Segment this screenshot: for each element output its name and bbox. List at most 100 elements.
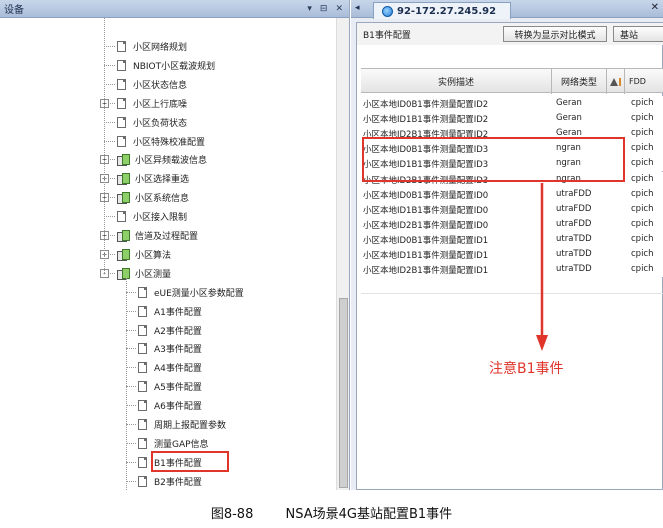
ngran-rows-highlight-box	[362, 137, 625, 182]
tree-connector	[126, 348, 136, 350]
cell-desc: 小区本地ID1B1事件测量配置ID0	[363, 205, 489, 216]
document-icon	[117, 59, 126, 71]
document-icon	[138, 419, 147, 430]
cell-network-type: utraFDD	[556, 188, 592, 199]
tree-item[interactable]: 小区状态信息	[117, 75, 187, 94]
grid-divider	[361, 293, 663, 294]
cell-fdd: cpich	[631, 264, 654, 275]
tree-connector	[104, 121, 115, 123]
tree-connector	[126, 480, 136, 482]
document-icon	[138, 305, 147, 317]
document-icon	[138, 362, 147, 374]
tree-item[interactable]: 小区接入限制	[117, 207, 187, 226]
tree-connector	[126, 461, 136, 463]
tree-connector	[126, 405, 136, 407]
tree-item-label: 测量GAP信息	[154, 439, 209, 450]
tree-item[interactable]: A5事件配置	[138, 377, 202, 396]
sort-icon[interactable]	[607, 69, 625, 94]
config-title: B1事件配置	[363, 31, 411, 41]
close-tab-icon[interactable]: ✕	[651, 2, 659, 13]
tree-item[interactable]: 小区上行底噪	[117, 94, 187, 113]
table-row[interactable]: 小区本地ID0B1事件测量配置ID0 utraFDD cpich	[361, 186, 663, 202]
tree-item[interactable]: 小区负荷状态	[117, 113, 187, 132]
tree-connector	[126, 310, 136, 312]
tree-item[interactable]: B2事件配置	[138, 472, 202, 490]
tree-item-label: A6事件配置	[154, 402, 202, 413]
table-row[interactable]: 小区本地ID2B1事件测量配置ID0 utraFDD cpich	[361, 216, 663, 232]
cell-desc: 小区本地ID0B1事件测量配置ID0	[363, 190, 489, 201]
tree-item[interactable]: NBIOT小区载波规划	[117, 56, 215, 75]
network-element-icon	[382, 5, 393, 17]
document-icon	[138, 400, 147, 412]
tree-item[interactable]: 小区选择重选	[117, 169, 189, 188]
tree-item[interactable]: A4事件配置	[138, 358, 202, 377]
panel-close-icon[interactable]: ✕	[335, 4, 343, 14]
panel-pin-icon[interactable]: ⊟	[320, 4, 328, 14]
column-header-desc[interactable]: 实例描述	[361, 69, 552, 94]
tree-guide	[126, 277, 127, 490]
tree-item[interactable]: 周期上报配置参数	[138, 415, 226, 434]
panel-title-bar: 设备 ▾ ⊟ ✕	[0, 0, 349, 18]
b1-tree-highlight-box	[151, 451, 229, 472]
toggle-compare-mode-button[interactable]: 转换为显示对比模式	[503, 26, 607, 42]
tree-guide	[104, 18, 105, 273]
config-content: B1事件配置 转换为显示对比模式 基站 实例描述 网络类型 FDD 小区本地ID…	[356, 22, 663, 490]
tree-item[interactable]: 小区系统信息	[117, 188, 189, 207]
tree-item-label: 小区测量	[135, 269, 172, 280]
cell-fdd: cpich	[631, 128, 654, 139]
figure-caption: 图8-88 NSA场景4G基站配置B1事件	[0, 503, 663, 522]
tab-bar: ◂ 92-172.27.245.92 ✕	[351, 0, 663, 19]
table-row[interactable]: 小区本地ID1B1事件测量配置ID2 Geran cpich	[361, 111, 663, 127]
document-icon	[138, 343, 147, 355]
cell-fdd: cpich	[631, 233, 654, 244]
device-tree-panel: 设备 ▾ ⊟ ✕ 小区网络规划 NBIOT小区载波规划 小区状态信息 小区上行底噪 + 小…	[0, 0, 350, 490]
scrollbar-thumb[interactable]	[339, 298, 348, 488]
tree-item[interactable]: A3事件配置	[138, 339, 202, 358]
tree-item[interactable]: 信道及过程配置	[117, 226, 198, 245]
document-icon	[138, 437, 147, 449]
tree-item[interactable]: 小区算法	[117, 245, 171, 264]
tree-item[interactable]: eUE测量小区参数配置	[138, 283, 244, 302]
document-icon	[117, 78, 126, 90]
tree-item[interactable]: A6事件配置	[138, 396, 202, 415]
table-row[interactable]: 小区本地ID0B1事件测量配置ID2 Geran cpich	[361, 96, 663, 111]
tree-item-label: eUE测量小区参数配置	[154, 288, 244, 299]
figure-title: NSA场景4G基站配置B1事件	[285, 507, 453, 522]
tree-item[interactable]: 小区特殊校准配置	[117, 132, 205, 151]
table-row[interactable]: 小区本地ID2B1事件测量配置ID1 utraTDD cpich	[361, 262, 663, 278]
tree-item-label: 信道及过程配置	[135, 232, 199, 242]
cell-network-type: utraFDD	[556, 218, 592, 229]
panel-controls: ▾ ⊟ ✕	[307, 4, 349, 14]
tree-connector	[126, 442, 136, 444]
device-tree: 小区网络规划 NBIOT小区载波规划 小区状态信息 小区上行底噪 + 小区负荷状态 小区特殊…	[0, 18, 336, 490]
column-header-fdd[interactable]: FDD	[625, 69, 663, 94]
tab-label: 92-172.27.245.92	[397, 5, 497, 17]
grid-header: 实例描述 网络类型 FDD	[361, 68, 663, 94]
table-row[interactable]: 小区本地ID0B1事件测量配置ID1 utraTDD cpich	[361, 231, 663, 247]
table-row[interactable]: 小区本地ID1B1事件测量配置ID1 utraTDD cpich	[361, 247, 663, 262]
folder-icon	[117, 154, 130, 167]
document-icon	[117, 211, 126, 223]
tab-base-station[interactable]: 92-172.27.245.92	[373, 2, 512, 19]
folder-icon	[117, 248, 130, 261]
tree-item[interactable]: 小区异频载波信息	[117, 150, 207, 169]
table-row[interactable]: 小区本地ID1B1事件测量配置ID0 utraFDD cpich	[361, 201, 663, 217]
base-station-button[interactable]: 基站	[613, 26, 663, 42]
tree-item-label: A3事件配置	[154, 345, 202, 356]
column-header-type[interactable]: 网络类型	[552, 69, 607, 94]
tree-item[interactable]: 小区网络规划	[117, 37, 187, 56]
tree-connector	[126, 367, 136, 369]
tab-scroll-left-icon[interactable]: ◂	[355, 3, 360, 13]
cell-desc: 小区本地ID0B1事件测量配置ID2	[363, 100, 489, 110]
tree-item[interactable]: A2事件配置	[138, 321, 202, 340]
panel-dropdown-icon[interactable]: ▾	[307, 4, 312, 14]
tree-item[interactable]: A1事件配置	[138, 302, 202, 321]
folder-icon	[117, 173, 130, 186]
cell-fdd: cpich	[631, 113, 654, 124]
tree-connector	[126, 424, 136, 425]
cell-desc: 小区本地ID1B1事件测量配置ID1	[363, 251, 489, 261]
panel-title: 设备	[4, 5, 24, 16]
tree-scrollbar[interactable]	[336, 18, 349, 490]
annotation-arrow-icon	[536, 183, 548, 351]
tree-item-label: 小区异频载波信息	[135, 156, 208, 167]
